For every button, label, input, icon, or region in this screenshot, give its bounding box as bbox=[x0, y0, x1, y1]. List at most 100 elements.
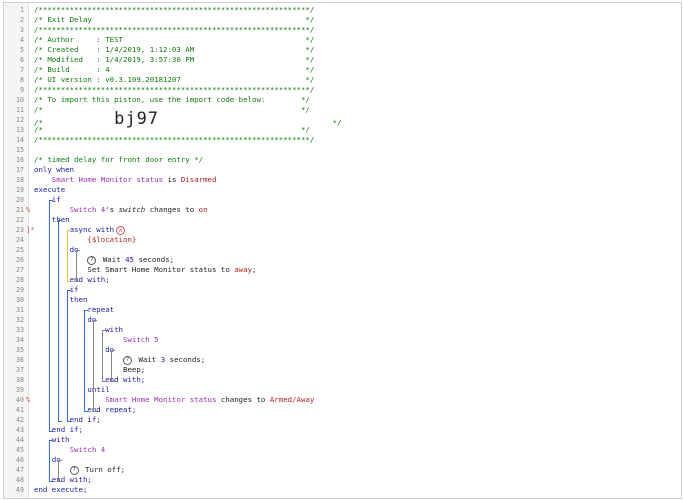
code-line[interactable]: 1 /**************************************… bbox=[4, 5, 681, 15]
code-line[interactable]: 25 do bbox=[4, 245, 681, 255]
code-text: do bbox=[34, 455, 61, 465]
code-text: async with x bbox=[34, 225, 126, 235]
code-line[interactable]: 12/* bj97 */ bbox=[4, 111, 681, 128]
code-line[interactable]: 23]* async with x bbox=[4, 225, 681, 235]
code-line[interactable]: 6 /* Modified : 1/4/2019, 3:57:30 PM */ bbox=[4, 55, 681, 65]
line-number: 1 bbox=[20, 6, 24, 14]
code-token: /* timed delay for front door entry */ bbox=[34, 155, 204, 164]
code-area[interactable]: 1 /**************************************… bbox=[4, 3, 681, 498]
code-line[interactable]: 4 /* Author : TEST */ bbox=[4, 35, 681, 45]
code-line[interactable]: 17 only when bbox=[4, 165, 681, 175]
line-number: 7 bbox=[20, 66, 24, 74]
line-number: 5 bbox=[20, 46, 24, 54]
code-line[interactable]: 28 end with; bbox=[4, 275, 681, 285]
code-line[interactable]: 30 then bbox=[4, 295, 681, 305]
code-line[interactable]: 19 execute bbox=[4, 185, 681, 195]
code-line[interactable]: 22 then bbox=[4, 215, 681, 225]
code-token: /* UI version : v0.3.109.20181207 */ bbox=[34, 75, 315, 84]
line-number: 49 bbox=[16, 486, 24, 494]
code-line[interactable]: 39 until bbox=[4, 385, 681, 395]
line-number: 23 bbox=[16, 226, 24, 234]
code-text: end with; bbox=[34, 275, 110, 285]
code-text: do bbox=[34, 245, 79, 255]
line-number: 38 bbox=[16, 376, 24, 384]
code-line[interactable]: 46 do bbox=[4, 455, 681, 465]
code-token: /* */ bbox=[34, 125, 310, 134]
code-line[interactable]: 18 Smart Home Monitor status is Disarmed bbox=[4, 175, 681, 185]
line-number: 4 bbox=[20, 36, 24, 44]
code-line[interactable]: 10 /* To import this piston, use the impo… bbox=[4, 95, 681, 105]
code-line[interactable]: 41 end repeat; bbox=[4, 405, 681, 415]
code-line[interactable]: 44 with bbox=[4, 435, 681, 445]
code-token: /* Modified : 1/4/2019, 3:57:30 PM */ bbox=[34, 55, 315, 64]
code-line[interactable]: 49 end execute; bbox=[4, 485, 681, 495]
line-number: 22 bbox=[16, 216, 24, 224]
statement-marker-icon[interactable]: % bbox=[26, 205, 30, 215]
code-text: /* timed delay for front door entry */ bbox=[34, 155, 203, 165]
code-token: Set Smart Home Monitor status to bbox=[34, 265, 235, 274]
code-line[interactable]: 13 /* */ bbox=[4, 125, 681, 135]
code-line[interactable]: 21% Switch 4's switch changes to on bbox=[4, 205, 681, 215]
line-number: 34 bbox=[16, 336, 24, 344]
line-number: 20 bbox=[16, 196, 24, 204]
line-number: 2 bbox=[20, 16, 24, 24]
block-bracket bbox=[84, 310, 89, 412]
code-text: execute bbox=[34, 185, 65, 195]
line-number: 3 bbox=[20, 26, 24, 34]
code-line[interactable]: 26 ? Wait 45 seconds; bbox=[4, 255, 681, 265]
block-bracket bbox=[48, 200, 53, 432]
code-editor[interactable]: 1 /**************************************… bbox=[3, 2, 682, 499]
code-line[interactable]: 27 Set Smart Home Monitor status to away… bbox=[4, 265, 681, 275]
line-number: 26 bbox=[16, 256, 24, 264]
help-icon[interactable]: ? bbox=[69, 465, 79, 475]
code-line[interactable]: 11 /* */ bbox=[4, 105, 681, 115]
line-number: 8 bbox=[20, 76, 24, 84]
code-text: Switch 4 bbox=[34, 445, 106, 455]
code-line[interactable]: 24 {$location} bbox=[4, 235, 681, 245]
code-line[interactable]: 48 end with; bbox=[4, 475, 681, 485]
code-token: /***************************************… bbox=[34, 5, 315, 14]
code-line[interactable]: 47 ? Turn off; bbox=[4, 465, 681, 475]
line-number: 15 bbox=[16, 146, 24, 154]
code-line[interactable]: 9 /**************************************… bbox=[4, 85, 681, 95]
code-token: Wait bbox=[98, 255, 126, 264]
code-line[interactable]: 8 /* UI version : v0.3.109.20181207 */ bbox=[4, 75, 681, 85]
code-line[interactable]: 2 /* Exit Delay */ bbox=[4, 15, 681, 25]
code-token: is bbox=[163, 175, 181, 184]
code-line[interactable]: 40% Smart Home Monitor status changes to… bbox=[4, 395, 681, 405]
code-line[interactable]: 7 /* Build : 4 */ bbox=[4, 65, 681, 75]
code-text: /* Exit Delay */ bbox=[34, 15, 314, 25]
help-icon[interactable]: ? bbox=[123, 355, 132, 365]
code-line[interactable]: 14 /*************************************… bbox=[4, 135, 681, 145]
code-line[interactable]: 16 /* timed delay for front door entry */ bbox=[4, 155, 681, 165]
code-text: end if; bbox=[34, 425, 83, 435]
code-line[interactable]: 45 Switch 4 bbox=[4, 445, 681, 455]
code-token: end if; bbox=[34, 425, 83, 434]
code-token: end with; bbox=[34, 475, 92, 484]
code-line[interactable]: 20 if bbox=[4, 195, 681, 205]
block-bracket bbox=[57, 460, 62, 482]
code-token: repeat bbox=[34, 305, 115, 314]
line-number: 43 bbox=[16, 426, 24, 434]
code-text: repeat bbox=[34, 305, 114, 315]
code-line[interactable]: 42 end if; bbox=[4, 415, 681, 425]
code-text: with bbox=[34, 325, 123, 335]
help-icon[interactable]: ? bbox=[87, 255, 97, 265]
code-token: with bbox=[34, 325, 123, 334]
statement-marker-icon[interactable]: % bbox=[26, 395, 30, 405]
code-token: /* */ bbox=[34, 105, 310, 114]
code-line[interactable]: 5 /* Created : 1/4/2019, 1:12:03 AM */ bbox=[4, 45, 681, 55]
code-line[interactable]: 31 repeat bbox=[4, 305, 681, 315]
code-line[interactable]: 32 do bbox=[4, 315, 681, 325]
code-line[interactable]: 3 /**************************************… bbox=[4, 25, 681, 35]
code-line[interactable]: 29 if bbox=[4, 285, 681, 295]
code-line[interactable]: 15 bbox=[4, 145, 681, 155]
code-token: Switch 4 bbox=[34, 445, 106, 454]
code-token: 's bbox=[105, 205, 119, 214]
block-bracket bbox=[57, 220, 62, 422]
code-line[interactable]: 43 end if; bbox=[4, 425, 681, 435]
line-number: 45 bbox=[16, 446, 24, 454]
cancel-icon[interactable]: x bbox=[116, 225, 126, 235]
code-text: Smart Home Monitor status is Disarmed bbox=[34, 175, 217, 185]
